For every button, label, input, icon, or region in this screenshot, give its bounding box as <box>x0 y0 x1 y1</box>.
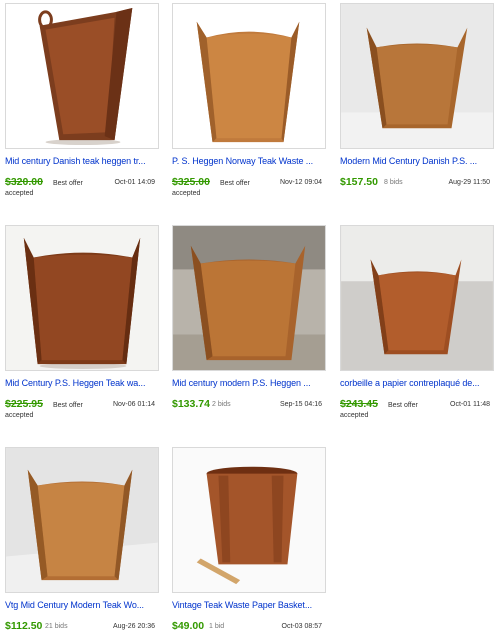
best-offer-label: Best offer <box>53 180 83 187</box>
listing-grid: Mid century Danish teak heggen tr... $32… <box>0 0 496 640</box>
bid-count: 2 bids <box>212 401 231 408</box>
teak-basket-image <box>341 4 493 148</box>
listing-title-link[interactable]: Vtg Mid Century Modern Teak Wo... <box>5 600 159 610</box>
listing-thumbnail[interactable] <box>340 3 494 149</box>
listing-thumbnail[interactable] <box>172 447 326 593</box>
listing-card: Mid Century P.S. Heggen Teak wa... $225.… <box>5 225 159 425</box>
listing-price: $133.74 <box>172 398 210 410</box>
teak-basket-image <box>173 448 325 592</box>
best-offer-label: Best offer <box>53 402 83 409</box>
best-offer-label: Best offer <box>388 402 418 409</box>
listing-price: $112.50 <box>5 620 43 632</box>
listing-card: Vtg Mid Century Modern Teak Wo... $112.5… <box>5 447 159 640</box>
listing-card: Mid century modern P.S. Heggen ... $133.… <box>172 225 326 425</box>
bid-count: 1 bid <box>209 623 225 630</box>
listing-date: Oct-01 14:09 <box>114 179 155 186</box>
teak-basket-image <box>341 226 493 370</box>
listing-price: $157.50 <box>340 176 378 188</box>
listing-date: Aug-26 20:36 <box>112 623 155 630</box>
listing-date: Nov-06 01:14 <box>112 401 155 408</box>
accepted-label: accepted <box>340 412 369 419</box>
listing-thumbnail[interactable] <box>5 225 159 371</box>
listing-title-link[interactable]: Mid century Danish teak heggen tr... <box>5 156 159 166</box>
accepted-label: accepted <box>5 190 34 197</box>
listing-card: Modern Mid Century Danish P.S. ... $157.… <box>340 3 494 203</box>
listing-card: P. S. Heggen Norway Teak Waste ... $325.… <box>172 3 326 203</box>
best-offer-label: Best offer <box>220 180 250 187</box>
listing-card: corbeille a papier contreplaqué de... $2… <box>340 225 494 425</box>
listing-title-link[interactable]: Mid century modern P.S. Heggen ... <box>172 378 326 388</box>
listing-price: $320.00 <box>5 176 43 188</box>
listing-card: Vintage Teak Waste Paper Basket... $49.0… <box>172 447 326 640</box>
listing-date: Oct-01 11:48 <box>450 401 490 408</box>
teak-basket-image <box>6 4 158 148</box>
listing-thumbnail[interactable] <box>340 225 494 371</box>
listing-title-link[interactable]: P. S. Heggen Norway Teak Waste ... <box>172 156 326 166</box>
listing-price: $243.45 <box>340 398 378 410</box>
accepted-label: accepted <box>5 412 34 419</box>
listing-title-link[interactable]: corbeille a papier contreplaqué de... <box>340 378 494 388</box>
listing-title-link[interactable]: Vintage Teak Waste Paper Basket... <box>172 600 326 610</box>
listing-price: $225.95 <box>5 398 43 410</box>
listing-thumbnail[interactable] <box>5 3 159 149</box>
teak-basket-image <box>6 448 158 592</box>
bid-count: 21 bids <box>45 623 68 630</box>
listing-date: Sep-15 04:16 <box>279 401 322 408</box>
accepted-label: accepted <box>172 190 201 197</box>
listing-thumbnail[interactable] <box>172 3 326 149</box>
teak-basket-image <box>6 226 158 370</box>
bid-count: 8 bids <box>384 179 403 186</box>
listing-price: $325.00 <box>172 176 210 188</box>
listing-card: Mid century Danish teak heggen tr... $32… <box>5 3 159 203</box>
listing-thumbnail[interactable] <box>172 225 326 371</box>
listing-thumbnail[interactable] <box>5 447 159 593</box>
listing-title-link[interactable]: Modern Mid Century Danish P.S. ... <box>340 156 494 166</box>
teak-basket-image <box>173 4 325 148</box>
teak-basket-image <box>173 226 325 370</box>
listing-date: Nov-12 09:04 <box>279 179 322 186</box>
listing-price: $49.00 <box>172 620 205 632</box>
listing-date: Aug-29 11:50 <box>448 179 490 186</box>
listing-title-link[interactable]: Mid Century P.S. Heggen Teak wa... <box>5 378 159 388</box>
listing-date: Oct-03 08:57 <box>281 623 322 630</box>
